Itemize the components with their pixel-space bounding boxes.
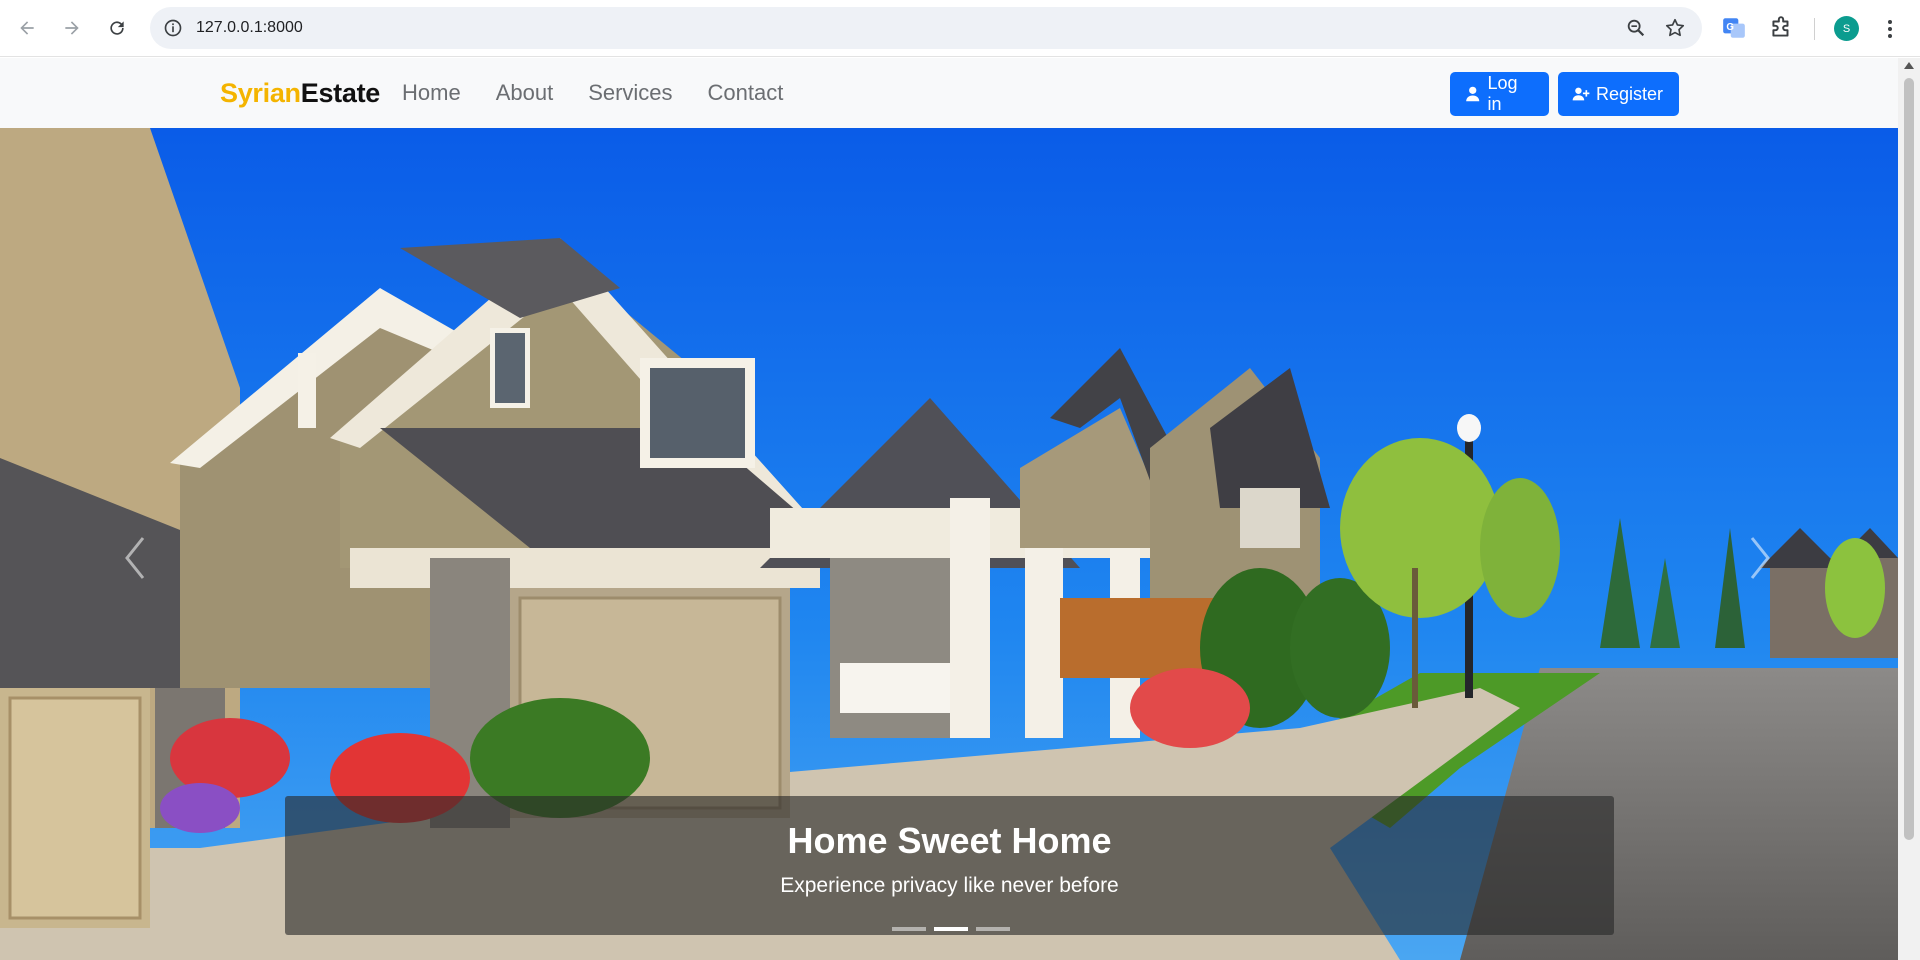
extensions-puzzle-icon[interactable] [1768,15,1794,41]
forward-icon [65,21,79,35]
toolbar-divider [1814,18,1815,40]
reload-icon [110,21,124,35]
forward-button[interactable] [56,12,88,44]
hero-carousel: Home Sweet Home Experience privacy like … [0,128,1898,960]
user-icon [1466,86,1480,102]
page-scrollbar[interactable] [1898,58,1920,960]
login-label: Log in [1487,73,1518,114]
translate-extension-icon[interactable]: G [1721,15,1747,41]
url-text[interactable]: 127.0.0.1:8000 [196,19,303,37]
info-icon[interactable] [163,18,183,38]
user-plus-icon [1572,87,1590,101]
svg-text:G: G [1726,22,1734,33]
scrollbar-thumb[interactable] [1904,78,1914,840]
brand-part-estate: Estate [300,78,381,108]
nav-link-services[interactable]: Services [588,80,672,106]
carousel-caption: Home Sweet Home Experience privacy like … [285,796,1614,935]
carousel-indicators [892,927,1010,931]
hero-title: Home Sweet Home [787,820,1112,861]
register-button[interactable]: Register [1558,72,1679,116]
star-icon[interactable] [1664,17,1686,39]
brand-logo[interactable]: SyrianEstate [220,78,380,109]
address-bar[interactable]: 127.0.0.1:8000 [150,7,1702,49]
nav-link-home[interactable]: Home [402,80,461,106]
site-navbar: SyrianEstate Home About Services Contact… [0,58,1898,128]
page-viewport: SyrianEstate Home About Services Contact… [0,58,1898,960]
nav-link-about[interactable]: About [496,80,554,106]
brand-part-syrian: Syrian [220,78,301,108]
carousel-indicator-3[interactable] [976,927,1010,931]
kebab-menu-icon[interactable] [1882,16,1898,42]
nav-links: Home About Services Contact [402,80,783,106]
register-label: Register [1596,83,1664,104]
back-icon [20,21,34,35]
carousel-indicator-2[interactable] [934,927,968,931]
scroll-up-icon[interactable] [1904,62,1914,69]
login-button[interactable]: Log in [1450,72,1549,116]
browser-toolbar: 127.0.0.1:8000 G S [0,0,1920,57]
nav-link-contact[interactable]: Contact [708,80,784,106]
carousel-next-icon[interactable] [1740,528,1780,588]
zoom-icon[interactable] [1625,17,1647,39]
carousel-indicator-1[interactable] [892,927,926,931]
carousel-prev-icon[interactable] [115,528,155,588]
reload-button[interactable] [101,12,133,44]
profile-avatar[interactable]: S [1834,16,1859,41]
back-button[interactable] [11,12,43,44]
hero-subtitle: Experience privacy like never before [780,874,1119,897]
